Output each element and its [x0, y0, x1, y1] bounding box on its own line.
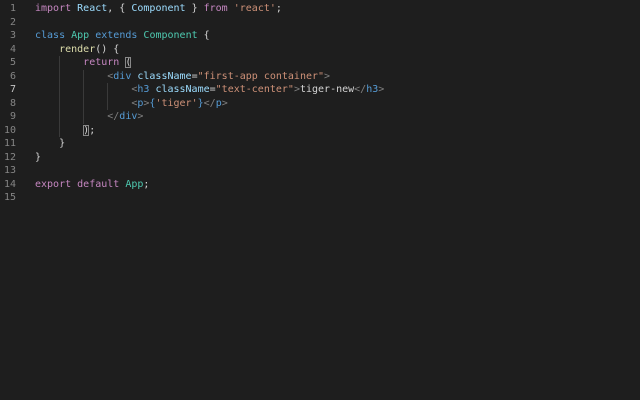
line-number: 3 — [9, 30, 16, 41]
code-line[interactable]: 8 <p>{'tiger'}</p> — [0, 96, 640, 111]
line-number: 1 — [9, 3, 16, 14]
code-line[interactable]: 1 import React, { Component } from 'react… — [0, 2, 640, 16]
code-token: () { — [95, 43, 120, 55]
code-token: > — [221, 97, 228, 109]
line-number: 2 — [9, 16, 16, 28]
code-token: tiger-new — [299, 84, 355, 95]
code-token: > — [324, 70, 331, 82]
code-token: ; — [89, 124, 96, 136]
matched-bracket: ( — [125, 57, 132, 68]
code-line[interactable]: 4 render() { — [0, 43, 640, 57]
code-token: </ — [203, 97, 216, 109]
code-text[interactable]: <p>{'tiger'}</p> — [35, 97, 228, 111]
code-line[interactable]: 5 return ( — [0, 56, 640, 70]
line-number: 13 — [3, 165, 16, 176]
code-token: App — [125, 178, 144, 190]
code-token: } — [59, 138, 66, 149]
code-token: ; — [275, 3, 282, 14]
code-token: extends — [95, 30, 138, 41]
code-line[interactable]: 12} — [0, 151, 640, 165]
code-token: > — [378, 84, 385, 95]
code-text[interactable]: ); — [35, 124, 95, 138]
line-number: 7 — [9, 84, 16, 95]
code-token: render — [59, 43, 96, 55]
code-token: "text-center" — [215, 84, 294, 95]
code-token: "first-app container" — [197, 70, 325, 82]
code-token: div — [113, 70, 132, 82]
code-text[interactable]: } — [35, 151, 41, 165]
code-line[interactable]: 11 } — [0, 137, 640, 151]
code-token: import — [35, 3, 72, 14]
code-line[interactable]: 13 — [0, 164, 640, 178]
code-token: > — [137, 111, 144, 122]
code-line[interactable]: 10 ); — [0, 123, 640, 138]
code-token: class — [35, 30, 66, 41]
code-token: className — [137, 70, 192, 82]
line-number: 8 — [9, 97, 16, 109]
code-token: export — [35, 178, 72, 190]
code-text[interactable]: return ( — [35, 56, 132, 70]
code-token: Component — [143, 30, 198, 41]
code-token: h3 — [137, 84, 150, 95]
code-line[interactable]: 14 export default App; — [0, 178, 640, 192]
code-editor[interactable]: 1 import React, { Component } from 'react… — [0, 0, 640, 400]
code-token: } — [185, 3, 204, 14]
code-token: div — [119, 111, 138, 122]
code-line[interactable]: 9 </div> — [0, 110, 640, 124]
code-token: </ — [107, 111, 120, 122]
line-number: 15 — [3, 192, 16, 203]
code-lines[interactable]: 1 import React, { Component } from 'react… — [0, 2, 640, 205]
code-token: { — [197, 30, 210, 41]
code-line[interactable]: 2 — [0, 16, 640, 30]
code-token: } — [35, 151, 42, 163]
code-token: 'tiger' — [155, 97, 198, 109]
code-text[interactable]: import React, { Component } from 'react'… — [35, 2, 282, 16]
code-text[interactable]: <h3 className="text-center">tiger-new</h… — [35, 83, 384, 97]
code-text[interactable]: <div className="first-app container"> — [35, 70, 330, 84]
code-token: default — [77, 178, 120, 190]
code-token: Component — [131, 3, 186, 14]
line-number: 5 — [9, 57, 16, 68]
code-token: , { — [107, 3, 132, 14]
line-number: 4 — [9, 43, 16, 55]
code-token: return — [83, 57, 120, 68]
code-text[interactable]: </div> — [35, 110, 143, 124]
line-number: 9 — [9, 111, 16, 122]
line-number: 11 — [3, 138, 16, 149]
line-number: 14 — [3, 178, 16, 190]
code-text[interactable]: render() { — [35, 43, 119, 57]
line-number: 12 — [3, 151, 16, 163]
code-token: className — [155, 84, 210, 95]
code-token: h3 — [366, 84, 379, 95]
code-line[interactable]: 3 class App extends Component { — [0, 29, 640, 43]
code-line[interactable]: 15 — [0, 191, 640, 205]
code-token: App — [71, 30, 90, 41]
code-text[interactable]: } — [35, 137, 65, 151]
code-token: React — [77, 3, 108, 14]
code-text[interactable]: export default App; — [35, 178, 149, 192]
code-token: 'react' — [233, 3, 276, 14]
code-text[interactable]: class App extends Component { — [35, 29, 210, 43]
code-token: ; — [143, 178, 150, 190]
line-number: 6 — [9, 70, 16, 82]
line-number: 10 — [3, 124, 16, 136]
code-line[interactable]: 6 <div className="first-app container"> — [0, 69, 640, 84]
code-token: from — [203, 3, 228, 14]
code-token: </ — [354, 84, 367, 95]
code-line[interactable]: 7 <h3 className="text-center">tiger-new<… — [0, 83, 640, 97]
